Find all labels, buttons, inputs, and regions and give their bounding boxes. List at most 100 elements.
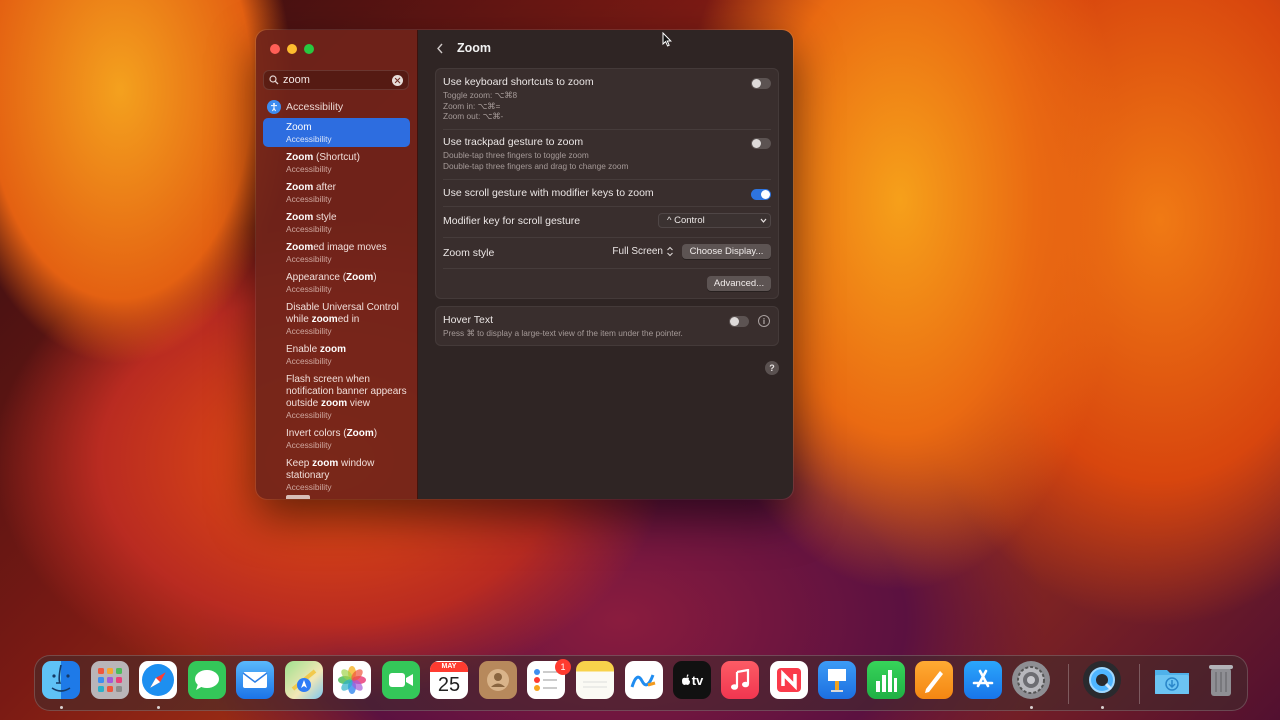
scroll-gesture-toggle[interactable] <box>751 189 771 200</box>
chevron-down-icon <box>758 216 768 225</box>
zoom-style-popup[interactable]: Full Screen <box>612 246 674 257</box>
downloads-folder-icon[interactable] <box>1153 661 1191 699</box>
messages-icon[interactable] <box>188 661 226 699</box>
trash-icon[interactable] <box>1202 661 1240 699</box>
fullscreen-window-button[interactable] <box>304 44 314 54</box>
help-button[interactable]: ? <box>765 361 779 375</box>
result-subtitle: Accessibility <box>286 284 332 294</box>
result-title: Flash screen when notification banner ap… <box>286 374 410 410</box>
scroll-gesture-label: Use scroll gesture with modifier keys to… <box>443 187 654 199</box>
category-header[interactable]: Accessibility <box>267 100 343 114</box>
main-panel: Zoom Use keyboard shortcuts to zoom Togg… <box>418 30 793 499</box>
running-indicator <box>60 706 63 709</box>
search-result-item[interactable]: Invert colors (Zoom) Accessibility <box>263 424 410 453</box>
result-title: Invert colors (Zoom) <box>286 428 410 440</box>
match-highlight: zoom <box>321 398 348 409</box>
news-icon[interactable] <box>770 661 808 699</box>
freeform-icon[interactable] <box>625 661 663 699</box>
modifier-key-popup[interactable]: ^ Control <box>658 213 771 228</box>
pages-icon[interactable] <box>915 661 953 699</box>
minimize-window-button[interactable] <box>287 44 297 54</box>
result-subtitle: Accessibility <box>286 224 332 234</box>
launchpad-icon[interactable] <box>91 661 129 699</box>
mouse-pointer-icon <box>662 32 672 47</box>
tv-icon[interactable]: tv <box>673 661 711 699</box>
back-button[interactable] <box>433 41 447 55</box>
trackpad-drag-hint: Double-tap three fingers and drag to cha… <box>443 160 629 171</box>
title-text: ) <box>373 428 378 439</box>
contacts-icon[interactable] <box>479 661 517 699</box>
title-text: ) <box>373 272 377 283</box>
quicktime-player-icon[interactable] <box>1083 661 1121 699</box>
search-result-item[interactable]: Zoom after Accessibility <box>263 178 410 207</box>
app-store-icon[interactable] <box>964 661 1002 699</box>
finder-icon[interactable] <box>42 661 80 699</box>
result-title: Zoomed image moves <box>286 242 410 254</box>
numbers-icon[interactable] <box>867 661 905 699</box>
safari-icon[interactable] <box>139 661 177 699</box>
title-text: Zoom <box>286 122 312 133</box>
divider <box>443 129 771 130</box>
calendar-icon[interactable]: MAY 25 <box>430 661 468 699</box>
modifier-key-row: Modifier key for scroll gesture ^ Contro… <box>443 213 771 228</box>
mail-icon[interactable] <box>236 661 274 699</box>
toggle-zoom-shortcut: Toggle zoom: ⌥⌘8 <box>443 90 518 100</box>
result-subtitle: Accessibility <box>286 410 332 420</box>
tv-label: tv <box>691 672 704 688</box>
title-text: after <box>313 182 337 193</box>
search-result-item[interactable]: Disable Universal Control while zoomed i… <box>263 298 410 339</box>
result-title: Zoom (Shortcut) <box>286 152 410 164</box>
match-highlight: Zoom <box>346 428 374 439</box>
choose-display-button[interactable]: Choose Display... <box>682 244 771 259</box>
title-text: ed in <box>337 314 360 325</box>
match-highlight: zoom <box>311 314 338 325</box>
search-result-item[interactable]: Zoomed image moves Accessibility <box>263 238 410 267</box>
search-results-list: Zoom Accessibility Zoom (Shortcut) Accessib… <box>263 118 410 496</box>
hover-text-toggle[interactable] <box>729 316 749 327</box>
result-title: Appearance (Zoom) <box>286 272 410 284</box>
divider <box>443 237 771 238</box>
traffic-lights <box>270 44 314 54</box>
settings-window: Accessibility ZoomAccessibilityZoom (Sho… <box>256 30 793 499</box>
search-result-item[interactable]: Zoom (Shortcut) Accessibility <box>263 148 410 177</box>
search-result-item[interactable]: Zoom style Accessibility <box>263 208 410 237</box>
search-result-item[interactable]: Keep zoom window stationary Accessibility <box>263 454 410 495</box>
hover-text-group: Hover Text Press ⌘ to display a large-te… <box>435 306 779 346</box>
result-title: Zoom style <box>286 212 410 224</box>
title-text: Keep <box>286 458 313 469</box>
close-window-button[interactable] <box>270 44 280 54</box>
music-icon[interactable] <box>721 661 759 699</box>
system-settings-icon[interactable] <box>1012 661 1050 699</box>
result-title: Keep zoom window stationary <box>286 458 410 482</box>
match-highlight: Zoom <box>286 242 314 253</box>
result-subtitle: Accessibility <box>286 164 332 174</box>
calendar-month: MAY <box>430 662 468 672</box>
facetime-icon[interactable] <box>382 661 420 699</box>
trackpad-gesture-toggle[interactable] <box>751 138 771 149</box>
notes-icon[interactable] <box>576 661 614 699</box>
hover-text-description: Press ⌘ to display a large-text view of … <box>443 328 683 338</box>
trackpad-toggle-hint: Double-tap three fingers to toggle zoom <box>443 150 589 160</box>
result-subtitle: Accessibility <box>286 482 332 492</box>
title-text: ed image moves <box>313 242 387 253</box>
calendar-day: 25 <box>437 674 461 696</box>
search-result-item[interactable]: Enable zoom Accessibility <box>263 340 410 369</box>
result-subtitle: Accessibility <box>286 134 332 144</box>
search-result-item[interactable]: Flash screen when notification banner ap… <box>263 370 410 423</box>
running-indicator <box>1030 706 1033 709</box>
modifier-key-value: ^ Control <box>667 215 705 226</box>
maps-icon[interactable] <box>285 661 323 699</box>
search-input[interactable] <box>283 74 392 86</box>
result-title: Enable zoom <box>286 344 410 356</box>
reminders-icon[interactable]: 1 <box>527 659 571 699</box>
info-icon[interactable]: i <box>758 315 770 327</box>
clear-search-icon[interactable] <box>392 74 403 86</box>
search-result-item[interactable]: Zoom Accessibility <box>263 118 410 147</box>
photos-icon[interactable] <box>333 661 371 699</box>
trackpad-gesture-label: Use trackpad gesture to zoom <box>443 136 584 148</box>
advanced-button[interactable]: Advanced... <box>707 276 771 291</box>
up-down-chevron-icon <box>667 246 673 257</box>
keynote-icon[interactable] <box>818 661 856 699</box>
keyboard-shortcuts-toggle[interactable] <box>751 78 771 89</box>
search-result-item[interactable]: Appearance (Zoom) Accessibility <box>263 268 410 297</box>
